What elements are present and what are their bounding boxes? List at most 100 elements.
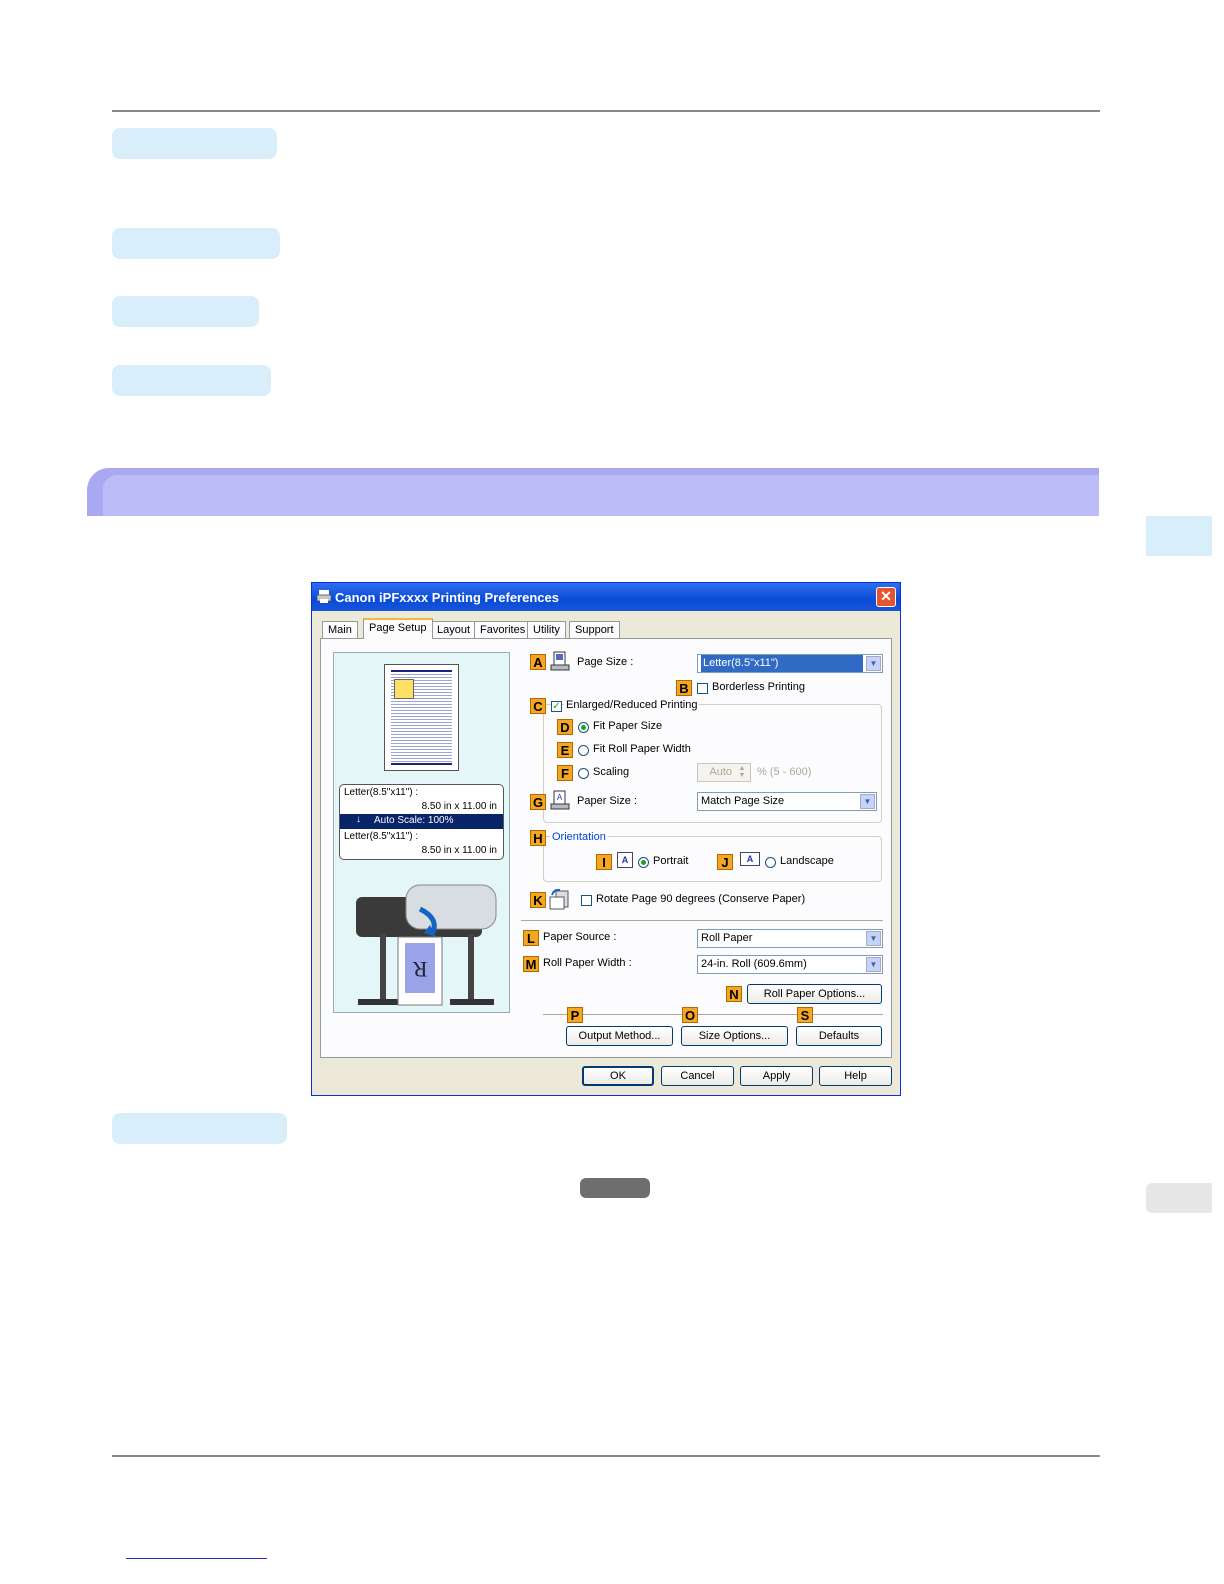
printer-illustration: R	[356, 884, 497, 1006]
paper-source-select[interactable]: Roll Paper ▼	[697, 929, 883, 948]
image-thumbnail-icon	[394, 679, 414, 699]
paper-source-label: Paper Source :	[543, 931, 617, 943]
scaling-range-label: % (5 - 600)	[757, 766, 812, 778]
landscape-icon: A	[740, 852, 760, 866]
section-pill-5	[112, 1113, 287, 1144]
badge-i: I	[596, 854, 612, 870]
page-preview-thumbnail	[384, 664, 459, 771]
page-size-icon	[550, 651, 570, 671]
fit-paper-size-radio[interactable]	[578, 722, 589, 733]
fit-paper-size-label: Fit Paper Size	[593, 720, 663, 732]
badge-k: K	[530, 892, 546, 908]
section-pill-2	[112, 228, 280, 259]
scaling-input[interactable]: Auto ▲ ▼	[697, 763, 751, 782]
rotate-page-label: Rotate Page 90 degrees (Conserve Paper)	[596, 893, 806, 905]
portrait-icon: A	[617, 852, 633, 868]
landscape-label: Landscape	[780, 855, 834, 867]
side-tab-secondary[interactable]	[1146, 1183, 1212, 1213]
ok-button[interactable]: OK	[582, 1066, 654, 1086]
separator	[543, 1014, 883, 1015]
tab-main[interactable]: Main	[322, 621, 358, 638]
side-tab[interactable]	[1146, 516, 1212, 556]
chevron-down-icon: ▼	[866, 931, 881, 946]
page-size-select[interactable]: Letter(8.5"x11") ▼	[697, 654, 883, 673]
size-info-box: Letter(8.5"x11") : 8.50 in x 11.00 in ↓ …	[339, 784, 504, 860]
badge-f: F	[557, 765, 573, 781]
scaling-label: Scaling	[593, 766, 630, 778]
header-rule	[112, 110, 1100, 112]
badge-d: D	[557, 719, 573, 735]
output-method-button[interactable]: Output Method...	[566, 1026, 673, 1046]
paper-size-icon: A	[550, 790, 570, 810]
svg-text:A: A	[557, 793, 563, 802]
page-size-label: Page Size :	[577, 656, 634, 668]
badge-p: P	[567, 1007, 583, 1023]
badge-h: H	[530, 830, 546, 846]
tab-page-setup[interactable]: Page Setup	[363, 618, 433, 639]
portrait-label: Portrait	[653, 855, 689, 867]
output-size-label: Letter(8.5"x11") :	[344, 831, 419, 842]
footer-link[interactable]	[126, 1558, 267, 1559]
help-button[interactable]: Help	[819, 1066, 892, 1086]
badge-n: N	[726, 986, 742, 1002]
spinner-arrows-icon[interactable]: ▲ ▼	[735, 765, 749, 780]
dialog-titlebar: Canon iPFxxxx Printing Preferences ✕	[312, 583, 900, 611]
badge-a: A	[530, 654, 546, 670]
output-size-dims: 8.50 in x 11.00 in	[421, 845, 497, 856]
borderless-checkbox[interactable]	[697, 683, 708, 694]
landscape-radio[interactable]	[765, 857, 776, 868]
down-arrow-icon: ↓	[356, 814, 361, 825]
chevron-down-icon: ▼	[860, 794, 875, 809]
badge-l: L	[523, 930, 539, 946]
cancel-button[interactable]: Cancel	[661, 1066, 734, 1086]
tab-favorites[interactable]: Favorites	[474, 621, 532, 638]
badge-c: C	[530, 698, 546, 714]
badge-g: G	[530, 794, 546, 810]
section-pill-4	[112, 365, 271, 396]
defaults-button[interactable]: Defaults	[796, 1026, 882, 1046]
apply-button[interactable]: Apply	[740, 1066, 813, 1086]
section-banner	[87, 468, 1099, 516]
roll-paper-options-button[interactable]: Roll Paper Options...	[747, 984, 882, 1004]
badge-m: M	[523, 956, 539, 972]
badge-j: J	[717, 854, 733, 870]
paper-size-label: Paper Size :	[577, 795, 637, 807]
badge-b: B	[676, 680, 692, 696]
tab-support[interactable]: Support	[569, 621, 620, 638]
fit-roll-width-label: Fit Roll Paper Width	[593, 743, 691, 755]
rotate-page-checkbox[interactable]	[581, 895, 592, 906]
chevron-down-icon: ▼	[866, 957, 881, 972]
auto-scale-bar: ↓ Auto Scale: 100%	[340, 814, 503, 829]
borderless-label: Borderless Printing	[712, 681, 805, 693]
section-pill-3	[112, 296, 259, 327]
source-size-label: Letter(8.5"x11") :	[344, 787, 419, 798]
section-pill-1	[112, 128, 277, 159]
portrait-radio[interactable]	[638, 857, 649, 868]
badge-o: O	[682, 1007, 698, 1023]
badge-e: E	[557, 742, 573, 758]
size-options-button[interactable]: Size Options...	[681, 1026, 788, 1046]
printing-preferences-dialog: Canon iPFxxxx Printing Preferences ✕ Mai…	[311, 582, 901, 1096]
rotate-page-icon	[549, 888, 569, 910]
fit-roll-width-radio[interactable]	[578, 745, 589, 756]
preview-pane: Letter(8.5"x11") : 8.50 in x 11.00 in ↓ …	[333, 652, 510, 1013]
source-size-dims: 8.50 in x 11.00 in	[421, 801, 497, 812]
paper-size-select[interactable]: Match Page Size ▼	[697, 792, 877, 811]
footer-rule	[112, 1455, 1100, 1457]
tab-utility[interactable]: Utility	[527, 621, 566, 638]
page-setup-panel: Letter(8.5"x11") : 8.50 in x 11.00 in ↓ …	[320, 638, 892, 1058]
enlarged-checkbox[interactable]: ✓	[551, 701, 562, 712]
separator	[521, 920, 883, 921]
chevron-down-icon: ▼	[866, 656, 881, 671]
roll-width-label: Roll Paper Width :	[543, 957, 632, 969]
auto-scale-label: Auto Scale: 100%	[374, 815, 454, 826]
inline-key-button	[580, 1178, 650, 1198]
close-button[interactable]: ✕	[876, 587, 896, 607]
badge-s: S	[797, 1007, 813, 1023]
printer-paper-letter: R	[412, 957, 427, 982]
dialog-title: Canon iPFxxxx Printing Preferences	[335, 590, 559, 605]
enlarged-label: Enlarged/Reduced Printing	[564, 699, 700, 711]
scaling-radio[interactable]	[578, 768, 589, 779]
tab-layout[interactable]: Layout	[431, 621, 477, 638]
roll-width-select[interactable]: 24-in. Roll (609.6mm) ▼	[697, 955, 883, 974]
